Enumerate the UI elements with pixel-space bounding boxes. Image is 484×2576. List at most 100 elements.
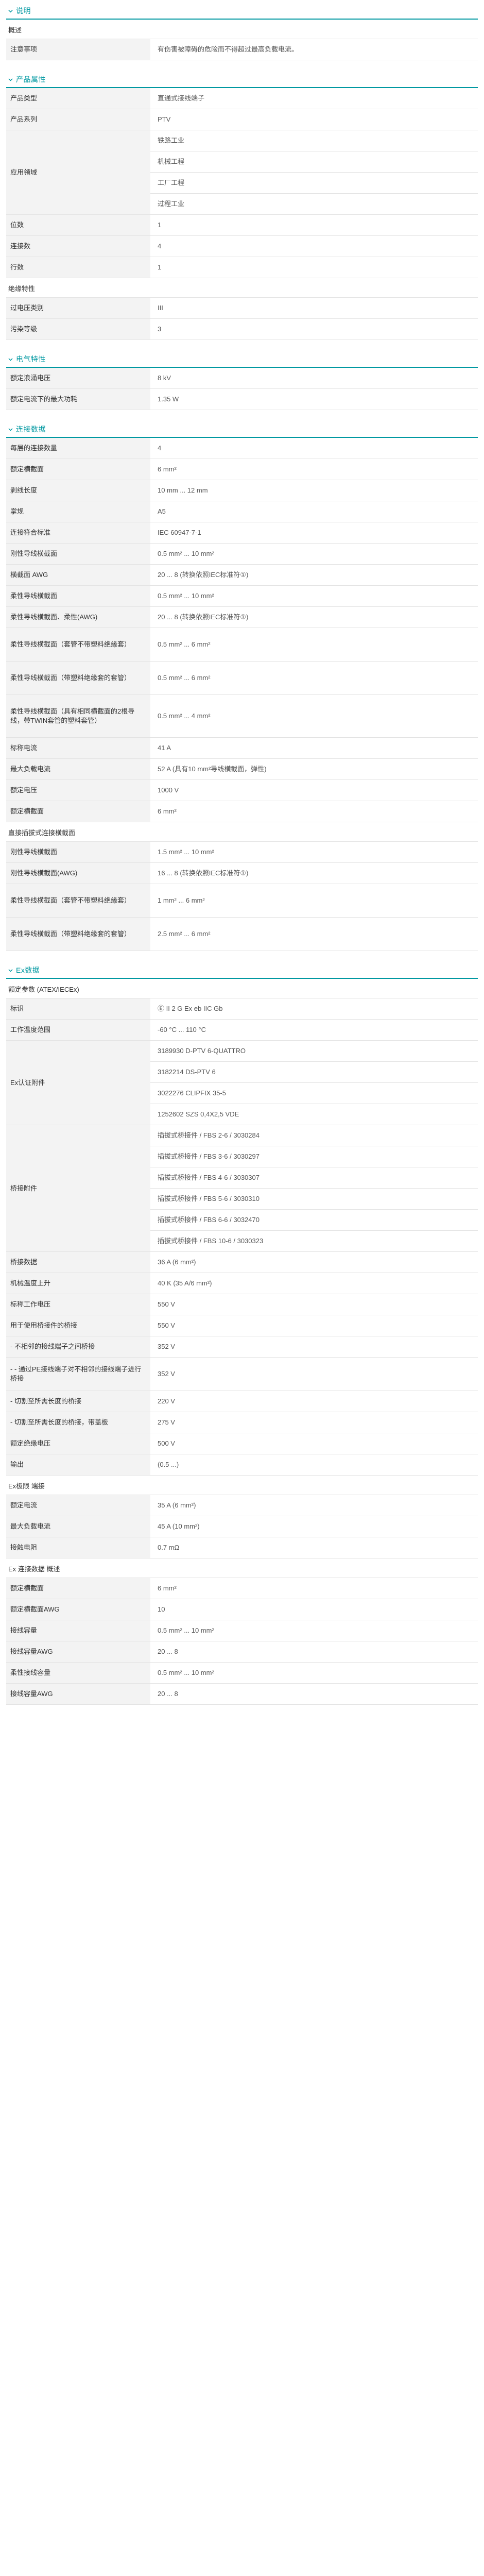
spec-row: 每层的连接数量 4 — [6, 438, 478, 459]
spec-value: 铁路工业 — [150, 130, 478, 151]
spec-label: 应用领域 — [6, 130, 150, 215]
spec-value: 0.5 mm² ... 6 mm² — [150, 661, 478, 695]
spec-label: 每层的连接数量 — [6, 438, 150, 459]
spec-row: 额定横截面 6 mm² — [6, 801, 478, 822]
spec-label: 桥接附件 — [6, 1125, 150, 1252]
spec-label: 额定横截面 — [6, 459, 150, 480]
subsection-title: Ex极限 端接 — [6, 1476, 478, 1495]
spec-value: PTV — [150, 109, 478, 130]
spec-value: 4 — [150, 438, 478, 459]
spec-value: 插拔式桥接件 / FBS 4-6 / 3030307 — [150, 1167, 478, 1189]
spec-label: 接线容量AWG — [6, 1641, 150, 1663]
section-header[interactable]: 产品属性 — [6, 72, 478, 88]
spec-row: 行数 1 — [6, 257, 478, 278]
spec-label: 额定绝缘电压 — [6, 1433, 150, 1454]
section-title: 连接数据 — [16, 425, 46, 433]
spec-label: 位数 — [6, 214, 150, 236]
spec-row: 额定横截面AWG 10 — [6, 1599, 478, 1620]
spec-label: 污染等级 — [6, 318, 150, 340]
chevron-down-icon — [8, 9, 13, 12]
spec-label: 工作温度范围 — [6, 1019, 150, 1041]
spec-value: 1 mm² ... 6 mm² — [150, 884, 478, 918]
spec-value: 45 A (10 mm²) — [150, 1516, 478, 1537]
spec-row: 注意事项 有伤害被障碍的危险而不得超过最高负载电流。 — [6, 39, 478, 60]
spec-label: 柔性导线横截面（套管不带塑料绝缘套） — [6, 884, 150, 918]
spec-label: 柔性导线横截面（具有相同横截面的2根导线，带TWIN套管的塑料套管） — [6, 694, 150, 738]
spec-label: 额定横截面 — [6, 801, 150, 822]
spec-label: 柔性导线横截面 — [6, 585, 150, 607]
spec-row: 接线容量 0.5 mm² ... 10 mm² — [6, 1620, 478, 1641]
product-spec-page: 说明 概述 注意事项 有伤害被障碍的危险而不得超过最高负载电流。 产品属性 产品类型 直通… — [6, 0, 478, 1710]
spec-table: 额定浪涌电压 8 kV 额定电流下的最大功耗 1.35 W — [6, 368, 478, 410]
chevron-down-icon — [8, 78, 13, 81]
spec-row: 接触电阻 0.7 mΩ — [6, 1537, 478, 1558]
spec-row: 应用领域 铁路工业 — [6, 130, 478, 215]
spec-value: 36 A (6 mm²) — [150, 1251, 478, 1273]
spec-value: 1.5 mm² ... 10 mm² — [150, 842, 478, 863]
spec-label: 用于使用桥接件的桥接 — [6, 1315, 150, 1336]
spec-row: - 切割至所需长度的桥接 220 V — [6, 1391, 478, 1412]
spec-row: 产品类型 直通式接线端子 — [6, 88, 478, 109]
spec-row: 过电压类别 III — [6, 298, 478, 319]
section-header[interactable]: 说明 — [6, 3, 478, 20]
spec-label: 桥接数据 — [6, 1251, 150, 1273]
spec-value: 352 V — [150, 1357, 478, 1391]
section-title: 电气特性 — [16, 355, 46, 363]
spec-row: 位数 1 — [6, 214, 478, 236]
spec-label: 刚性导线横截面 — [6, 543, 150, 565]
spec-label: 接线容量AWG — [6, 1683, 150, 1705]
spec-value: 0.5 mm² ... 10 mm² — [150, 543, 478, 565]
section-header[interactable]: Ex数据 — [6, 962, 478, 979]
spec-value: 插拔式桥接件 / FBS 10-6 / 3030323 — [150, 1230, 478, 1252]
spec-row: 掌规 A5 — [6, 501, 478, 522]
spec-value: 过程工业 — [150, 193, 478, 215]
subsection-title: 额定参数 (ATEX/IECEx) — [6, 979, 478, 998]
spec-value: A5 — [150, 501, 478, 522]
spec-row: 刚性导线横截面 0.5 mm² ... 10 mm² — [6, 543, 478, 565]
spec-label: 行数 — [6, 257, 150, 278]
spec-row: 额定电压 1000 V — [6, 779, 478, 801]
spec-value: 16 ... 8 (转换依照IEC标准符①) — [150, 862, 478, 884]
spec-value: 35 A (6 mm²) — [150, 1495, 478, 1516]
spec-value: 3 — [150, 318, 478, 340]
spec-value: Ⓔ II 2 G Ex eb IIC Gb — [150, 998, 478, 1020]
spec-label: 标识 — [6, 998, 150, 1020]
spec-row: 横截面 AWG 20 ... 8 (转换依照IEC标准符①) — [6, 564, 478, 586]
spec-value: 机械工程 — [150, 151, 478, 173]
spec-value: 20 ... 8 — [150, 1641, 478, 1663]
spec-value: 6 mm² — [150, 801, 478, 822]
spec-value: 1 — [150, 257, 478, 278]
spec-row: 柔性导线横截面（具有相同横截面的2根导线，带TWIN套管的塑料套管） 0.5 mm… — [6, 694, 478, 738]
spec-table: 标识 Ⓔ II 2 G Ex eb IIC Gb 工作温度范围 -60 °C ... … — [6, 998, 478, 1476]
spec-row: 最大负载电流 45 A (10 mm²) — [6, 1516, 478, 1537]
spec-value: 0.5 mm² ... 6 mm² — [150, 628, 478, 662]
spec-label: 接线容量 — [6, 1620, 150, 1641]
spec-value: 2.5 mm² ... 6 mm² — [150, 917, 478, 951]
spec-value: 20 ... 8 (转换依照IEC标准符①) — [150, 606, 478, 628]
section-header[interactable]: 连接数据 — [6, 421, 478, 438]
spec-label: 横截面 AWG — [6, 564, 150, 586]
spec-label: 刚性导线横截面 — [6, 842, 150, 863]
spec-value: 275 V — [150, 1412, 478, 1433]
spec-row: 额定电流下的最大功耗 1.35 W — [6, 388, 478, 410]
spec-label: Ex认证附件 — [6, 1040, 150, 1125]
spec-label: 柔性导线横截面（带塑料绝缘套的套管） — [6, 661, 150, 695]
section-title: Ex数据 — [16, 966, 40, 974]
spec-row: 额定浪涌电压 8 kV — [6, 368, 478, 389]
spec-table: 额定横截面 6 mm² 额定横截面AWG 10 接线容量 0.5 mm² ... 10 m… — [6, 1578, 478, 1705]
spec-label: 最大负载电流 — [6, 1516, 150, 1537]
spec-label: 柔性导线横截面、柔性(AWG) — [6, 606, 150, 628]
section-title: 产品属性 — [16, 75, 46, 83]
spec-row: 额定横截面 6 mm² — [6, 459, 478, 480]
section-title: 说明 — [16, 7, 31, 15]
spec-label: - - 通过PE接线端子对不相邻的接线端子进行桥接 — [6, 1357, 150, 1391]
spec-value: 20 ... 8 — [150, 1683, 478, 1705]
spec-value: 有伤害被障碍的危险而不得超过最高负载电流。 — [150, 39, 478, 60]
spec-row: 刚性导线横截面 1.5 mm² ... 10 mm² — [6, 842, 478, 863]
section-header[interactable]: 电气特性 — [6, 351, 478, 368]
spec-label: 刚性导线横截面(AWG) — [6, 862, 150, 884]
